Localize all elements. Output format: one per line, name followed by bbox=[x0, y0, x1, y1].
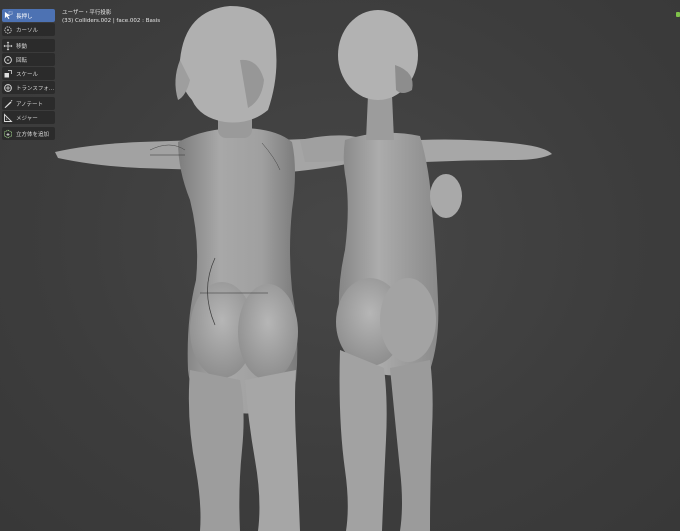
rotate-icon bbox=[2, 54, 14, 66]
annotate-icon bbox=[2, 98, 14, 110]
measure-icon bbox=[2, 112, 14, 124]
left-character-model bbox=[55, 6, 358, 531]
transform-icon bbox=[2, 82, 14, 94]
tool-scale-label: スケール bbox=[16, 71, 39, 78]
scale-icon bbox=[2, 68, 14, 80]
add-cube-icon bbox=[2, 128, 14, 140]
tool-measure[interactable]: メジャー bbox=[2, 111, 55, 124]
scene-render bbox=[55, 6, 552, 531]
tool-add-cube[interactable]: 立方体を追加 bbox=[2, 127, 55, 140]
tool-move[interactable]: 移動 bbox=[2, 39, 55, 52]
right-character-model bbox=[300, 10, 552, 531]
gizmo-indicator[interactable] bbox=[676, 12, 680, 17]
move-icon bbox=[2, 40, 14, 52]
viewport-info: ユーザー・平行投影 (33) Colliders.002 | face.002 … bbox=[62, 9, 160, 25]
tool-transform-label: トランスフォ... bbox=[16, 85, 55, 92]
tool-rotate[interactable]: 回転 bbox=[2, 53, 55, 66]
tool-select-box-label: 長押し bbox=[16, 13, 33, 20]
tool-add-cube-label: 立方体を追加 bbox=[16, 131, 50, 138]
tool-measure-label: メジャー bbox=[16, 115, 38, 122]
3d-viewport[interactable]: ユーザー・平行投影 (33) Colliders.002 | face.002 … bbox=[0, 0, 680, 531]
tool-annotate[interactable]: アノテート bbox=[2, 97, 55, 110]
tool-transform[interactable]: トランスフォ... bbox=[2, 81, 55, 94]
tool-rotate-label: 回転 bbox=[16, 57, 28, 64]
tool-cursor-label: カーソル bbox=[16, 27, 39, 34]
view-mode-label: ユーザー・平行投影 bbox=[62, 10, 112, 16]
tool-move-label: 移動 bbox=[16, 43, 28, 50]
tool-shelf: 長押し カーソル 移動 回転 スケール トランスフォ... アノテート メジャー… bbox=[2, 9, 55, 141]
tool-select-box[interactable]: 長押し bbox=[2, 9, 55, 22]
cursor-icon bbox=[2, 24, 14, 36]
select-box-icon bbox=[2, 10, 14, 22]
tool-annotate-label: アノテート bbox=[16, 101, 44, 108]
tool-scale[interactable]: スケール bbox=[2, 67, 55, 80]
tool-cursor[interactable]: カーソル bbox=[2, 23, 55, 36]
active-object-label: (33) Colliders.002 | face.002 : Basis bbox=[62, 18, 161, 24]
